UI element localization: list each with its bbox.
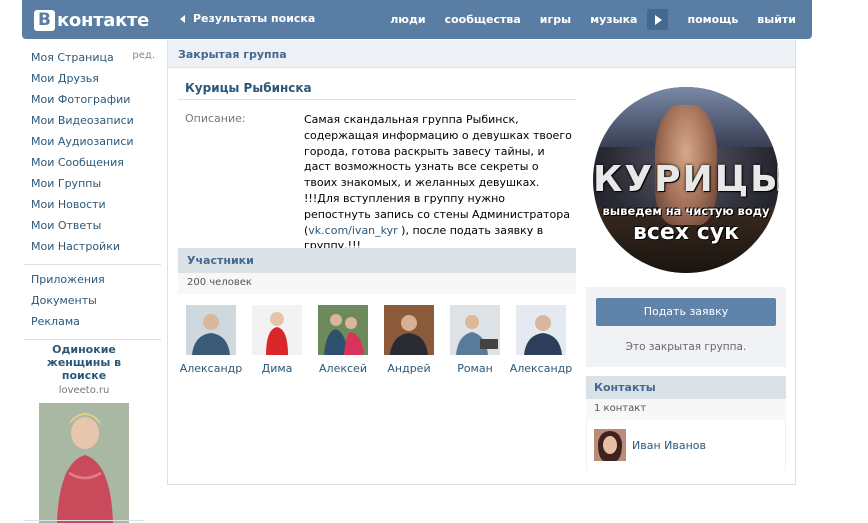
audio-play-button[interactable] <box>647 9 669 30</box>
arrow-left-icon <box>180 14 185 23</box>
contact-item[interactable]: Иван Иванов <box>594 429 706 461</box>
title-divider <box>178 99 576 100</box>
member-name[interactable]: Александр <box>178 362 244 375</box>
nav-logout[interactable]: выйти <box>757 13 796 26</box>
member-avatar[interactable] <box>186 305 236 355</box>
nav-music[interactable]: музыка <box>590 13 637 26</box>
left-menu: ред. Моя Страница Мои Друзья Мои Фотогра… <box>24 49 161 346</box>
member-item[interactable]: Роман <box>442 305 508 375</box>
member-name[interactable]: Андрей <box>376 362 442 375</box>
menu-my-messages[interactable]: Мои Сообщения <box>31 154 161 175</box>
group-title: Курицы Рыбинска <box>185 81 312 95</box>
play-icon <box>655 14 663 25</box>
member-name[interactable]: Роман <box>442 362 508 375</box>
top-header: В контакте Результаты поиска люди сообще… <box>22 0 812 39</box>
member-item[interactable]: Дима <box>244 305 310 375</box>
nav-people[interactable]: люди <box>390 13 425 26</box>
menu-ads[interactable]: Реклама <box>31 313 161 334</box>
contact-avatar[interactable] <box>594 429 626 461</box>
description-label: Описание: <box>185 112 246 125</box>
menu-my-photos[interactable]: Мои Фотографии <box>31 91 161 112</box>
description-text: Самая скандальная группа Рыбинск, содерж… <box>304 113 572 190</box>
avatar-caption-sub: выведем на чистую воду <box>602 204 770 218</box>
menu-my-answers[interactable]: Мои Ответы <box>31 217 161 238</box>
top-nav: люди сообщества игры музыка помощь выйти <box>371 0 796 39</box>
member-item[interactable]: Андрей <box>376 305 442 375</box>
menu-divider <box>24 339 161 340</box>
back-to-search-link[interactable]: Результаты поиска <box>180 12 315 25</box>
nav-games[interactable]: игры <box>540 13 571 26</box>
ad-title[interactable]: Одинокие женщины в поиске <box>24 343 144 382</box>
contacts-header[interactable]: Контакты <box>586 376 786 399</box>
ad-block[interactable]: Одинокие женщины в поиске loveeto.ru <box>24 343 144 523</box>
member-name[interactable]: Дима <box>244 362 310 375</box>
vk-logo-text: контакте <box>57 9 150 31</box>
join-request-button[interactable]: Подать заявку <box>596 298 776 326</box>
contacts-count: 1 контакт <box>586 399 786 420</box>
members-count[interactable]: 200 человек <box>178 273 576 294</box>
edit-page-link[interactable]: ред. <box>132 50 155 61</box>
ad-domain: loveeto.ru <box>58 385 110 396</box>
menu-documents[interactable]: Документы <box>31 292 161 313</box>
menu-my-news[interactable]: Мои Новости <box>31 196 161 217</box>
menu-divider <box>24 264 161 265</box>
menu-my-friends[interactable]: Мои Друзья <box>31 70 161 91</box>
member-avatar[interactable] <box>516 305 566 355</box>
member-item[interactable]: Александр <box>178 305 244 375</box>
avatar-caption-main: КУРИЦЫ <box>593 159 779 200</box>
menu-divider <box>24 520 144 521</box>
group-avatar[interactable]: КУРИЦЫ выведем на чистую воду всех сук <box>593 87 779 273</box>
member-item[interactable]: Алексей <box>310 305 376 375</box>
vk-logo-icon: В <box>34 9 55 31</box>
group-page: Закрытая группа Курицы Рыбинска Описание… <box>167 40 796 485</box>
ad-photo[interactable] <box>39 403 129 523</box>
member-avatar[interactable] <box>252 305 302 355</box>
menu-my-audio[interactable]: Мои Аудиозаписи <box>31 133 161 154</box>
menu-my-settings[interactable]: Мои Настройки <box>31 238 161 259</box>
nav-communities[interactable]: сообщества <box>445 13 521 26</box>
members-header[interactable]: Участники <box>178 248 576 273</box>
contact-name[interactable]: Иван Иванов <box>632 439 706 452</box>
member-name[interactable]: Алексей <box>310 362 376 375</box>
nav-help[interactable]: помощь <box>687 13 738 26</box>
vk-logo[interactable]: В контакте <box>34 8 149 32</box>
menu-my-groups[interactable]: Мои Группы <box>31 175 161 196</box>
member-name[interactable]: Александр <box>508 362 574 375</box>
menu-my-videos[interactable]: Мои Видеозаписи <box>31 112 161 133</box>
group-description: Самая скандальная группа Рыбинск, содерж… <box>304 112 572 254</box>
avatar-caption-bottom: всех сук <box>632 220 740 245</box>
join-panel: Подать заявку Это закрытая группа. <box>586 287 786 367</box>
members-list: Александр Дима Алексей Андрей Роман Алек… <box>178 305 588 375</box>
member-avatar[interactable] <box>384 305 434 355</box>
closed-group-note: Это закрытая группа. <box>625 341 747 353</box>
member-item[interactable]: Александр <box>508 305 574 375</box>
admin-profile-link[interactable]: vk.com/ivan_kyr <box>308 224 397 237</box>
menu-apps[interactable]: Приложения <box>31 271 161 292</box>
group-type-header: Закрытая группа <box>168 40 795 68</box>
back-to-search-label: Результаты поиска <box>193 12 316 25</box>
member-avatar[interactable] <box>318 305 368 355</box>
member-avatar[interactable] <box>450 305 500 355</box>
